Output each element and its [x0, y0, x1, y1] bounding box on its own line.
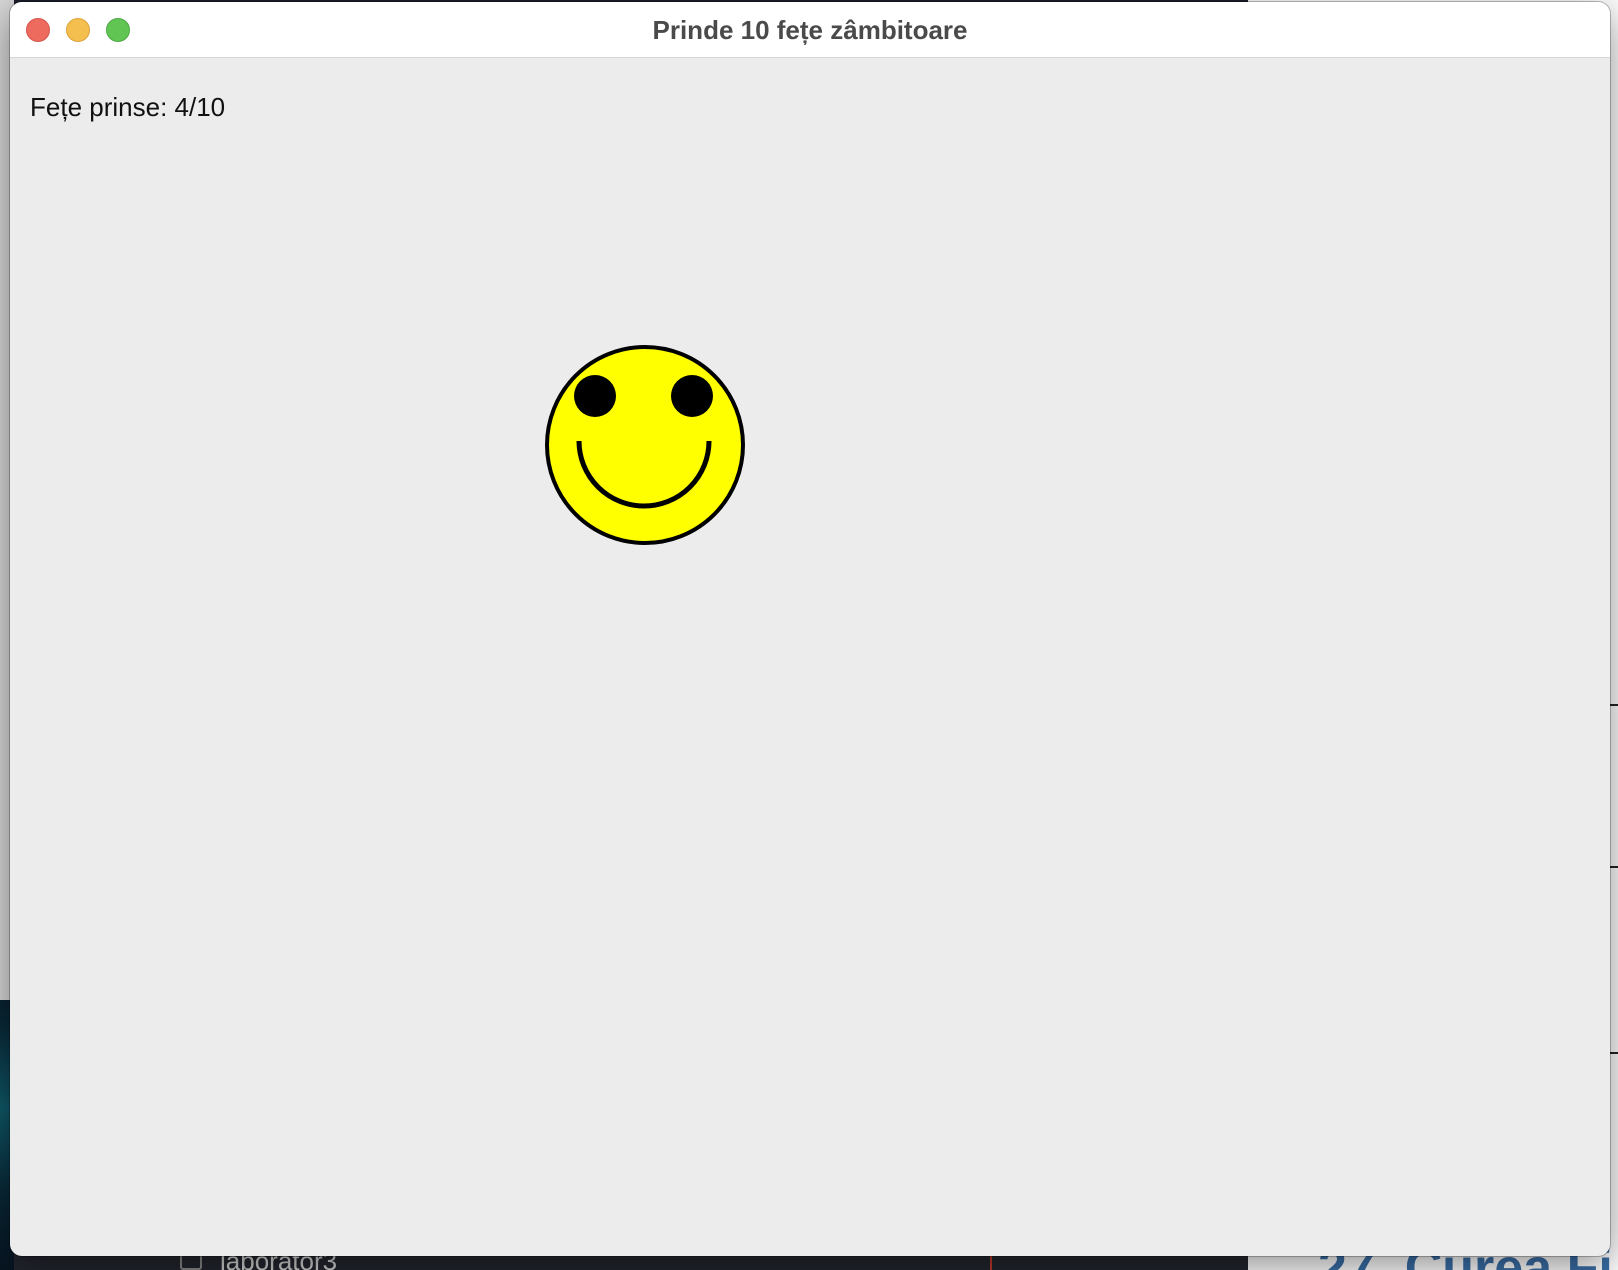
smiley-face-circle — [545, 345, 745, 545]
game-window: Prinde 10 fețe zâmbitoare Fețe prinse: 4… — [10, 2, 1610, 1256]
title-bar[interactable]: Prinde 10 fețe zâmbitoare — [10, 2, 1610, 58]
smiley-face[interactable] — [543, 343, 747, 547]
score-label: Fețe prinse: 4/10 — [30, 92, 226, 122]
window-title: Prinde 10 fețe zâmbitoare — [652, 15, 968, 45]
folder-icon — [180, 1254, 202, 1270]
game-canvas[interactable]: Fețe prinse: 4/10 — [10, 58, 1610, 1256]
smiley-right-eye — [671, 375, 713, 417]
smiley-left-eye — [574, 375, 616, 417]
